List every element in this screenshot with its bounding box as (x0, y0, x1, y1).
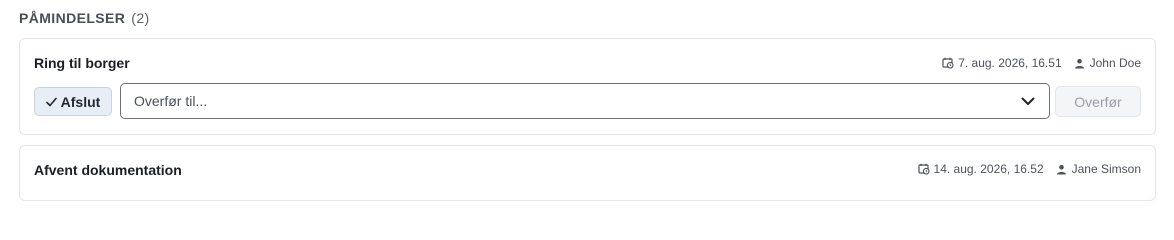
calendar-clock-icon (917, 163, 930, 175)
calendar-clock-icon (942, 57, 954, 69)
reminder-meta: 7. aug. 2026, 16.51 John Doe (942, 56, 1141, 70)
person-icon (1056, 163, 1068, 175)
checkmark-icon (45, 94, 57, 110)
reminder-actions: Afslut Overfør til... Overfør (34, 83, 1141, 119)
chevron-down-icon (1021, 94, 1035, 108)
complete-button[interactable]: Afslut (34, 87, 112, 116)
transfer-select-placeholder: Overfør til... (134, 93, 208, 109)
reminder-date: 7. aug. 2026, 16.51 (958, 56, 1062, 70)
person-icon (1074, 57, 1086, 69)
reminder-title: Ring til borger (34, 55, 130, 71)
transfer-button[interactable]: Overfør (1055, 86, 1141, 117)
reminder-assignee: John Doe (1089, 56, 1141, 70)
reminder-title: Afvent dokumentation (34, 162, 182, 178)
section-header: PÅMINDELSER (2) (19, 9, 150, 27)
section-title: PÅMINDELSER (19, 10, 126, 26)
section-count: (2) (131, 10, 150, 26)
reminder-meta: 14. aug. 2026, 16.52 Jane Simson (917, 162, 1141, 176)
transfer-select[interactable]: Overfør til... (120, 83, 1050, 119)
reminder-card[interactable]: Afvent dokumentation 14. aug. 2026, 16.5… (19, 145, 1156, 201)
reminder-date: 14. aug. 2026, 16.52 (933, 162, 1044, 176)
reminder-assignee: Jane Simson (1071, 162, 1141, 176)
reminder-card: Ring til borger 7. aug. 2026, 16.51 John… (19, 38, 1156, 135)
complete-button-label: Afslut (60, 93, 101, 110)
